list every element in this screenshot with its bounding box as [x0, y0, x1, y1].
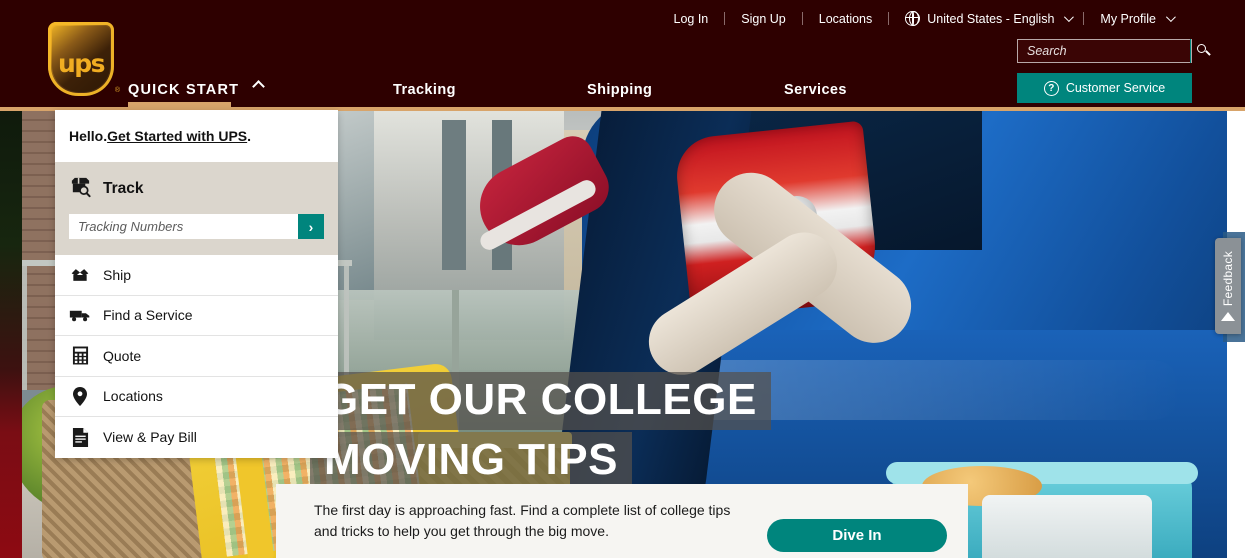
- track-title: Track: [103, 180, 144, 197]
- hero-headline-line2: MOVING TIPS: [310, 432, 632, 490]
- quick-start-active-underline: [128, 102, 231, 108]
- tracking-numbers-input[interactable]: [69, 214, 298, 239]
- nav-item-shipping[interactable]: Shipping: [587, 82, 652, 98]
- question-circle-icon: ?: [1043, 80, 1059, 96]
- page-left-edge: [0, 110, 22, 558]
- calculator-icon: [69, 346, 91, 365]
- menu-item-quote[interactable]: Quote: [55, 336, 338, 377]
- nav-item-quick-start[interactable]: QUICK START: [128, 80, 266, 98]
- menu-label-quote: Quote: [103, 347, 142, 364]
- headline-text-1: GET OUR COLLEGE: [324, 375, 757, 424]
- locale-selector[interactable]: United States - English: [889, 10, 1083, 26]
- feedback-label: Feedback: [1221, 250, 1235, 307]
- chevron-up-icon: [252, 80, 266, 93]
- logo-wordmark: ups: [57, 49, 106, 78]
- customer-service-label: Customer Service: [1065, 81, 1166, 95]
- utility-link-log-in[interactable]: Log In: [658, 12, 725, 26]
- track-input-row: ›: [69, 214, 324, 239]
- map-pin-icon: [69, 386, 91, 406]
- chevron-down-icon: [1165, 12, 1176, 23]
- headline-text-2: MOVING TIPS: [324, 435, 618, 484]
- greeting-prefix: Hello.: [69, 128, 108, 144]
- ups-homepage: ups ® Log In Sign Up Locations United St…: [0, 0, 1245, 558]
- get-started-link[interactable]: Get Started with UPS: [107, 128, 247, 144]
- triangle-up-icon: [1221, 312, 1235, 322]
- package-search-icon: [69, 175, 92, 203]
- panel-greeting: Hello. Get Started with UPS.: [55, 110, 338, 162]
- menu-item-ship[interactable]: Ship: [55, 255, 338, 296]
- nav-label-quick-start: QUICK START: [128, 82, 240, 98]
- menu-item-locations[interactable]: Locations: [55, 376, 338, 417]
- document-icon: [69, 427, 91, 447]
- greeting-suffix: .: [247, 128, 252, 144]
- nav-item-services[interactable]: Services: [784, 82, 847, 98]
- utility-link-locations[interactable]: Locations: [803, 12, 889, 26]
- menu-label-find-a-service: Find a Service: [103, 307, 193, 324]
- hero-headline-line1: GET OUR COLLEGE: [310, 372, 771, 430]
- menu-label-locations: Locations: [103, 388, 163, 405]
- track-section: Track ›: [55, 162, 338, 255]
- search-button[interactable]: [1190, 39, 1206, 63]
- open-box-icon: [69, 267, 91, 283]
- site-header: ups ® Log In Sign Up Locations United St…: [0, 0, 1245, 110]
- globe-icon: [904, 10, 921, 26]
- truck-icon: [69, 308, 91, 322]
- menu-item-find-a-service[interactable]: Find a Service: [55, 295, 338, 336]
- chevron-down-icon: [1064, 12, 1075, 23]
- track-submit-button[interactable]: ›: [298, 214, 324, 239]
- feedback-tab[interactable]: Feedback: [1215, 238, 1241, 334]
- locale-label: United States - English: [927, 11, 1055, 26]
- search-icon: [1197, 44, 1206, 53]
- menu-item-view-pay-bill[interactable]: View & Pay Bill: [55, 417, 338, 458]
- hero-caption-text: The first day is approaching fast. Find …: [314, 502, 731, 539]
- utility-link-sign-up[interactable]: Sign Up: [725, 12, 801, 26]
- my-profile-menu[interactable]: My Profile: [1084, 12, 1185, 26]
- customer-service-button[interactable]: ? Customer Service: [1017, 73, 1192, 103]
- menu-label-ship: Ship: [103, 266, 132, 283]
- nav-item-tracking[interactable]: Tracking: [393, 82, 456, 98]
- quick-start-dropdown: Hello. Get Started with UPS. Track ›: [55, 110, 338, 458]
- menu-label-view-pay-bill: View & Pay Bill: [103, 429, 197, 446]
- search-box: [1017, 39, 1206, 63]
- utility-nav: Log In Sign Up Locations United States -…: [658, 10, 1186, 26]
- my-profile-label: My Profile: [1100, 11, 1156, 26]
- search-input[interactable]: [1018, 44, 1190, 58]
- dive-in-button[interactable]: Dive In: [767, 519, 947, 552]
- track-header: Track: [69, 175, 324, 203]
